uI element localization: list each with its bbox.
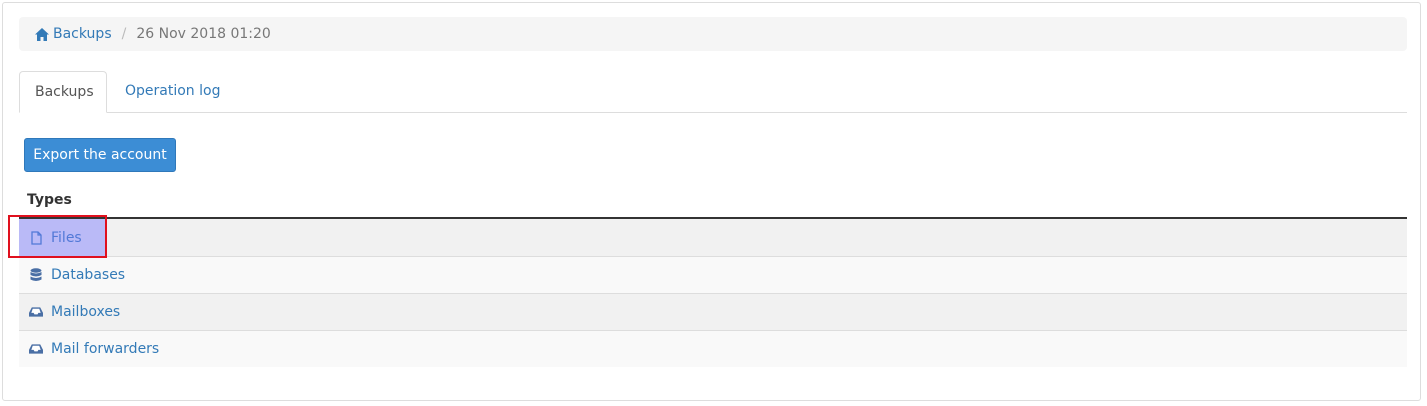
tab-backups[interactable]: Backups: [19, 71, 107, 113]
type-label: Databases: [51, 267, 126, 283]
types-column-header: Types: [19, 183, 1407, 219]
breadcrumb-home-label: Backups: [53, 26, 112, 42]
inbox-icon: [29, 343, 43, 355]
tab-operation-log[interactable]: Operation log: [110, 71, 235, 113]
type-link-files[interactable]: Files: [29, 230, 82, 246]
database-icon: [29, 268, 43, 282]
type-link-mail-forwarders[interactable]: Mail forwarders: [29, 341, 159, 357]
type-label: Files: [51, 229, 82, 246]
type-label: Mailboxes: [51, 304, 121, 320]
type-label: Mail forwarders: [51, 341, 160, 357]
tab-bar: Backups Operation log: [19, 71, 1407, 113]
table-row: Mailboxes: [19, 293, 1407, 330]
table-row: Databases: [19, 256, 1407, 293]
breadcrumb-separator: /: [121, 26, 127, 42]
home-icon: [35, 27, 49, 41]
export-account-button[interactable]: Export the account: [24, 138, 176, 172]
types-table: Files Databases Mailboxes Mail forwarder…: [19, 219, 1407, 367]
type-link-databases[interactable]: Databases: [29, 267, 125, 283]
breadcrumb-current: 26 Nov 2018 01:20: [136, 26, 271, 42]
file-icon: [29, 230, 43, 245]
table-row: Mail forwarders: [19, 330, 1407, 367]
breadcrumb-home-link[interactable]: Backups: [35, 26, 112, 42]
breadcrumb: Backups / 26 Nov 2018 01:20: [19, 17, 1407, 51]
type-link-mailboxes[interactable]: Mailboxes: [29, 304, 120, 320]
inbox-icon: [29, 306, 43, 318]
table-row: Files: [19, 219, 1407, 256]
